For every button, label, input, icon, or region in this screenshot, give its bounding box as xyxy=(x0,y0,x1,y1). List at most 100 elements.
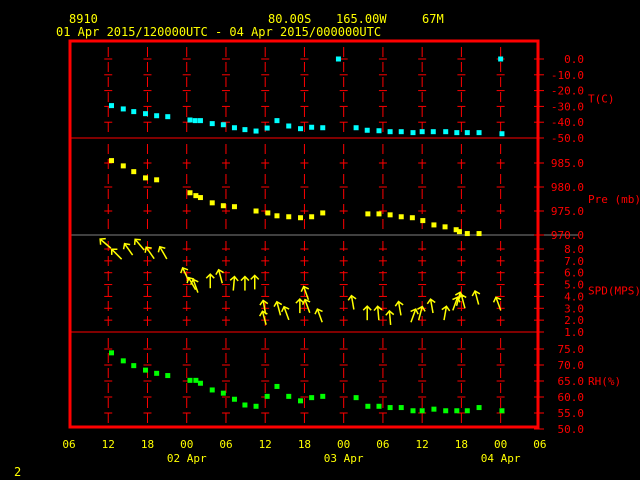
y-tick-label: 60.0 xyxy=(558,391,585,404)
x-tick-label: 00 xyxy=(494,438,507,451)
temperature-point xyxy=(231,125,237,131)
y-tick-label: 985.0 xyxy=(551,157,584,170)
x-tick-label: 12 xyxy=(416,438,429,451)
wind-arrow-shaft xyxy=(159,246,168,260)
x-tick-label: 00 xyxy=(337,438,350,451)
wind-arrow-shaft xyxy=(123,243,134,256)
temperature-point xyxy=(364,127,370,133)
temperature-point xyxy=(209,121,215,127)
x-tick-label: 12 xyxy=(259,438,272,451)
temperature-point xyxy=(286,123,292,129)
temperature-point xyxy=(476,130,482,136)
y-tick-label: 0.0 xyxy=(564,53,584,66)
temperature-point xyxy=(274,118,280,124)
pressure-point xyxy=(187,190,193,196)
rh-point xyxy=(286,393,292,399)
y-axis-label: T(C) xyxy=(588,93,615,106)
y-tick-label: -20.0 xyxy=(551,85,584,98)
x-tick-label: 18 xyxy=(141,438,154,451)
wind-arrow xyxy=(426,298,436,314)
temperature-point xyxy=(154,113,160,119)
rh-point xyxy=(410,408,416,414)
rh-point xyxy=(464,408,470,414)
rh-point xyxy=(209,387,215,393)
rh-point xyxy=(274,383,280,389)
y-tick-label: 1.0 xyxy=(564,326,584,339)
pressure-point xyxy=(143,175,149,181)
rh-point xyxy=(309,395,315,401)
temperature-point xyxy=(197,118,203,124)
x-date-label: 02 Apr xyxy=(167,452,207,465)
rh-point xyxy=(398,405,404,411)
y-tick-label: -10.0 xyxy=(551,69,584,82)
temperature-point xyxy=(410,130,416,136)
temperature-point xyxy=(498,56,504,62)
rh-point xyxy=(120,358,126,364)
wind-arrow xyxy=(205,273,215,289)
temperature-point xyxy=(264,125,270,131)
wind-arrow xyxy=(441,305,451,321)
y-tick-label: 975.0 xyxy=(551,205,584,218)
temperature-point xyxy=(131,109,137,115)
wind-arrow xyxy=(295,298,305,314)
rh-point xyxy=(231,396,237,402)
x-tick-label: 06 xyxy=(62,438,75,451)
pressure-point xyxy=(365,211,371,217)
wind-arrow xyxy=(347,294,357,310)
temperature-point xyxy=(376,128,382,134)
wind-arrow xyxy=(394,300,404,316)
temperature-point xyxy=(242,127,248,133)
y-tick-label: 970.0 xyxy=(551,229,584,242)
y-tick-label: -30.0 xyxy=(551,100,584,113)
x-tick-label: 18 xyxy=(455,438,468,451)
pressure-point xyxy=(420,218,426,224)
rh-point xyxy=(320,393,326,399)
y-tick-label: -50.0 xyxy=(551,132,584,145)
rh-point xyxy=(431,406,437,412)
pressure-point xyxy=(376,211,382,217)
rh-point xyxy=(454,408,460,414)
pressure-point xyxy=(154,177,160,183)
pressure-point xyxy=(476,231,482,237)
wind-arrow xyxy=(280,305,290,321)
pressure-point xyxy=(209,200,215,206)
rh-point xyxy=(353,395,359,401)
rh-point xyxy=(165,373,171,379)
rh-point xyxy=(109,350,115,356)
rh-point xyxy=(193,377,199,383)
x-date-label: 03 Apr xyxy=(324,452,364,465)
rh-point xyxy=(143,367,149,373)
temperature-point xyxy=(430,129,436,135)
x-tick-label: 00 xyxy=(180,438,193,451)
y-tick-label: 75.0 xyxy=(558,343,585,356)
rh-point xyxy=(131,363,137,369)
rh-point xyxy=(197,380,203,386)
wind-arrow xyxy=(385,309,395,325)
wind-arrow xyxy=(492,296,502,311)
wind-arrow xyxy=(144,246,155,260)
temperature-point xyxy=(309,124,315,130)
rh-point xyxy=(253,403,259,409)
wind-arrow xyxy=(110,248,123,260)
wind-arrow-shaft xyxy=(111,248,123,260)
temperature-point xyxy=(253,128,259,134)
pressure-point xyxy=(193,193,199,199)
y-tick-label: 70.0 xyxy=(558,359,585,372)
pressure-point xyxy=(120,163,126,169)
temperature-point xyxy=(143,111,149,117)
pressure-point xyxy=(398,214,404,220)
rh-point xyxy=(419,408,425,414)
rh-point xyxy=(187,377,193,383)
y-axis-label: Pre (mb) xyxy=(588,193,640,206)
y-axis-label: SPD(MPS) xyxy=(588,285,640,298)
pressure-point xyxy=(464,231,470,237)
x-tick-label: 06 xyxy=(219,438,232,451)
pressure-point xyxy=(320,210,326,216)
pressure-point xyxy=(456,229,462,235)
pressure-point xyxy=(265,210,271,216)
pressure-point xyxy=(197,195,203,201)
temperature-point xyxy=(298,126,304,132)
y-tick-label: 980.0 xyxy=(551,181,584,194)
temperature-point xyxy=(335,56,341,62)
temperature-point xyxy=(387,129,393,135)
